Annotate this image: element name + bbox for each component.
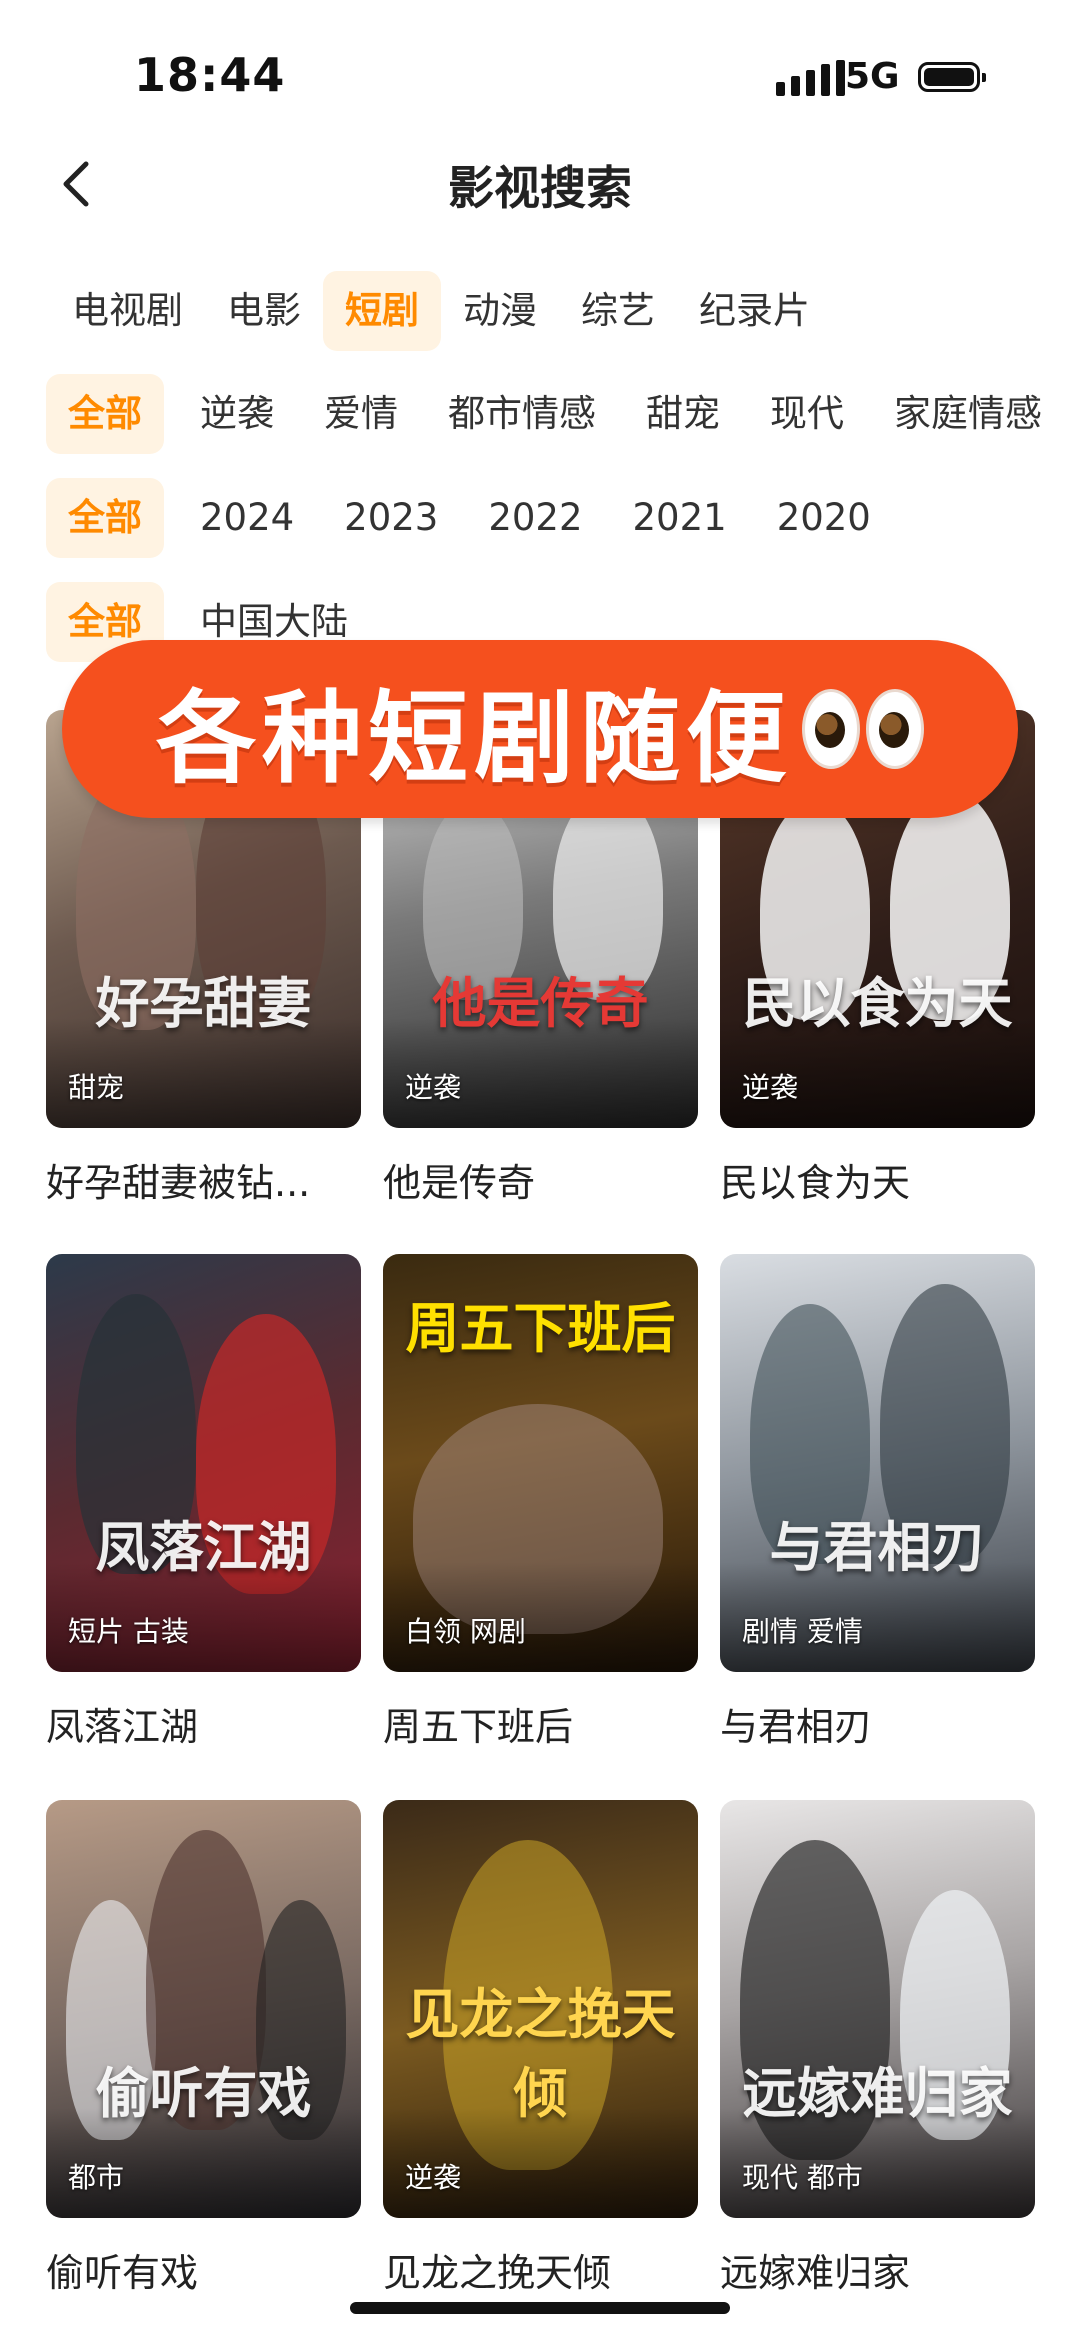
poster-tags: 逆袭 (742, 1071, 799, 1104)
poster-title-art: 好孕甜妻 (95, 971, 312, 1035)
drama-card[interactable]: 周五下班后 白领 网剧 周五下班后 (383, 1254, 698, 1751)
poster-title-art: 民以食为天 (742, 971, 1013, 1035)
poster-title-art: 远嫁难归家 (742, 2061, 1013, 2125)
genre-filter-item[interactable]: 家庭情感 (872, 374, 1064, 454)
poster-tags: 都市 (68, 2161, 125, 2194)
poster-title-art: 他是传奇 (432, 971, 649, 1035)
drama-card[interactable]: 远嫁难归家 现代 都市 远嫁难归家 (720, 1800, 1035, 2297)
drama-card[interactable]: 偷听有戏 都市 偷听有戏 (46, 1800, 361, 2297)
poster-tags: 甜宠 (68, 1071, 125, 1104)
card-title: 远嫁难归家 (720, 2251, 911, 2295)
poster-title-art: 见龙之挽天倾 (405, 1982, 676, 2125)
year-filter-item[interactable]: 2022 (466, 478, 604, 558)
poster-title-art: 凤落江湖 (95, 1515, 312, 1579)
drama-card[interactable]: 见龙之挽天倾 逆袭 见龙之挽天倾 (383, 1800, 698, 2297)
battery-icon (918, 62, 986, 92)
poster-image: 偷听有戏 都市 (46, 1800, 361, 2218)
year-filter-item[interactable]: 2023 (322, 478, 460, 558)
card-title: 好孕甜妻被钻... (46, 1161, 311, 1205)
poster-tags: 短片 古装 (68, 1615, 189, 1648)
card-title: 偷听有戏 (46, 2251, 199, 2295)
year-filter-item[interactable]: 2024 (178, 478, 316, 558)
drama-card[interactable]: 凤落江湖 短片 古装 凤落江湖 (46, 1254, 361, 1751)
year-filters: 全部 2024 2023 2022 2021 2020 (46, 478, 1080, 558)
status-time: 18:44 (134, 48, 286, 102)
tab-short-drama[interactable]: 短剧 (323, 271, 441, 351)
poster-image: 与君相刃 剧情 爱情 (720, 1254, 1035, 1672)
genre-filters: 全部 逆袭 爱情 都市情感 甜宠 现代 家庭情感 (46, 374, 1080, 454)
genre-filter-item[interactable]: 爱情 (302, 374, 420, 454)
poster-tags: 剧情 爱情 (742, 1615, 863, 1648)
genre-filter-item[interactable]: 逆袭 (178, 374, 296, 454)
genre-filter-item[interactable]: 现代 (748, 374, 866, 454)
card-title: 见龙之挽天倾 (383, 2251, 612, 2295)
drama-card[interactable]: 与君相刃 剧情 爱情 与君相刃 (720, 1254, 1035, 1751)
tab-variety[interactable]: 综艺 (559, 271, 677, 351)
poster-image: 远嫁难归家 现代 都市 (720, 1800, 1035, 2218)
poster-image: 见龙之挽天倾 逆袭 (383, 1800, 698, 2218)
tab-movie[interactable]: 电影 (205, 271, 323, 351)
year-filter-all[interactable]: 全部 (46, 478, 164, 558)
category-tabs: 电视剧 电影 短剧 动漫 综艺 纪录片 (46, 271, 1080, 351)
poster-tags: 逆袭 (405, 1071, 462, 1104)
network-label: 5G (845, 56, 900, 97)
card-title: 与君相刃 (720, 1705, 873, 1749)
poster-tags: 逆袭 (405, 2161, 462, 2194)
card-title: 他是传奇 (383, 1161, 536, 1205)
card-title: 民以食为天 (720, 1161, 911, 1205)
poster-title-art: 偷听有戏 (95, 2061, 312, 2125)
year-filter-item[interactable]: 2020 (755, 478, 893, 558)
card-title: 周五下班后 (383, 1705, 574, 1749)
poster-tags: 现代 都市 (742, 2161, 863, 2194)
signal-icon (776, 60, 845, 96)
tab-tv[interactable]: 电视剧 (46, 271, 205, 351)
banner-text: 各种短剧随便 (156, 679, 792, 797)
poster-image: 凤落江湖 短片 古装 (46, 1254, 361, 1672)
tab-documentary[interactable]: 纪录片 (677, 271, 832, 351)
poster-image: 周五下班后 白领 网剧 (383, 1254, 698, 1672)
card-title: 凤落江湖 (46, 1705, 199, 1749)
tab-anime[interactable]: 动漫 (441, 271, 559, 351)
genre-filter-item[interactable]: 都市情感 (426, 374, 618, 454)
genre-filter-item[interactable]: 甜宠 (624, 374, 742, 454)
genre-filter-all[interactable]: 全部 (46, 374, 164, 454)
year-filter-item[interactable]: 2021 (611, 478, 749, 558)
home-indicator[interactable] (350, 2302, 730, 2314)
eyes-icon (802, 689, 924, 769)
poster-title-art: 周五下班后 (405, 1296, 676, 1360)
page-title: 影视搜索 (448, 161, 632, 215)
poster-tags: 白领 网剧 (405, 1615, 526, 1648)
promo-banner: 各种短剧随便 (62, 640, 1018, 818)
poster-title-art: 与君相刃 (769, 1515, 986, 1579)
